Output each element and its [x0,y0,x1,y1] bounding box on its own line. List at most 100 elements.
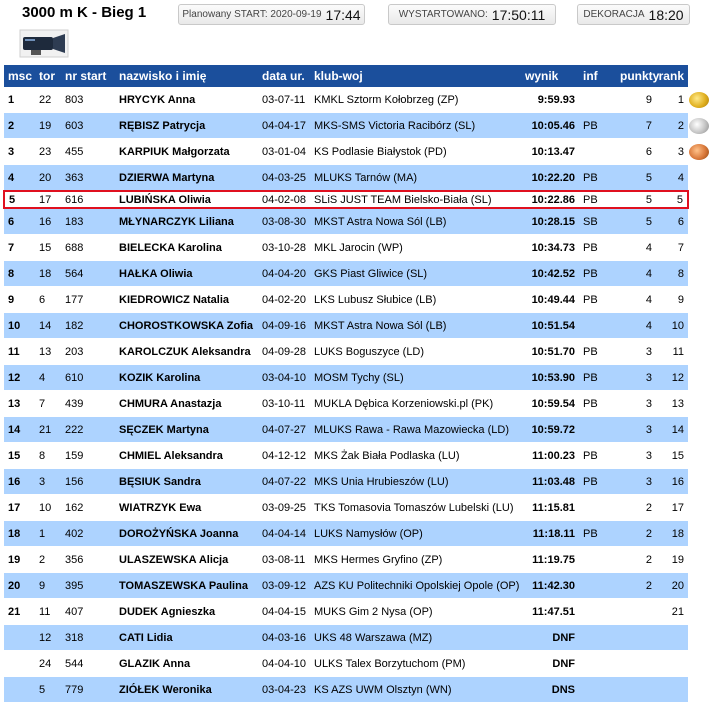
cell-club: MKS Hermes Gryfino (ZP) [310,546,521,573]
col-header-tor[interactable]: tor [35,65,61,87]
cell-dob: 04-02-20 [258,286,310,313]
col-header-dob[interactable]: data ur. [258,65,310,87]
col-header-points[interactable]: punkty [616,65,659,87]
table-row[interactable]: 14 21 222 SĘCZEK Martyna 04-07-27 MLUKS Rawa … [4,416,688,443]
cell-inf [579,624,616,651]
cell-dob: 04-04-17 [258,112,310,139]
table-row[interactable]: 9 6 177 KIEDROWICZ Natalia 04-02-20 LKS Lubus… [4,286,688,313]
table-row[interactable]: 15 8 159 CHMIEL Aleksandra 04-12-12 MKS Żak B… [4,442,688,469]
results-table: msc tor nr start nazwisko i imię data ur… [3,65,689,703]
col-header-name[interactable]: nazwisko i imię [115,65,258,87]
cell-rank: 4 [656,164,688,192]
table-row[interactable]: 11 13 203 KAROLCZUK Aleksandra 04-09-28 LUKS … [4,338,688,365]
table-row[interactable]: 7 15 688 BIELECKA Karolina 03-10-28 MKL Jaroc… [4,234,688,261]
cell-club: TKS Tomasovia Tomaszów Lubelski (LU) [310,494,521,521]
cell-rank: 1 [656,87,688,113]
cell-inf: PB [579,442,616,469]
table-row[interactable]: 20 9 395 TOMASZEWSKA Paulina 03-09-12 AZS KU … [4,572,688,599]
cell-result: 11:42.30 [521,572,579,599]
table-row[interactable]: 12 318 CATI Lidia 04-03-16 UKS 48 Warszawa (… [4,624,688,651]
cell-nr-start: 616 [61,190,115,209]
col-header-msc[interactable]: msc [4,65,35,87]
cell-inf [579,676,616,703]
table-row[interactable]: 5 779 ZIÓŁEK Weronika 03-04-23 KS AZS UWM Ol… [4,676,688,703]
cell-inf: PB [579,112,616,139]
cell-dob: 04-07-22 [258,468,310,495]
col-header-rank[interactable]: rank [656,65,688,87]
cell-points: 4 [616,234,656,261]
event-title: 3000 m K - Bieg 1 [22,4,147,21]
event-header: 3000 m K - Bieg 1 Planowany START: 2020-… [0,0,712,34]
cell-nr-start: 177 [61,286,115,313]
col-header-nr-start[interactable]: nr start [61,65,115,87]
table-row[interactable]: 3 23 455 KARPIUK Małgorzata 03-01-04 KS Podla… [4,138,688,165]
cell-tor: 13 [35,338,61,365]
table-row-highlighted[interactable]: 5 17 616 LUBIŃSKA Oliwia 04-02-08 SLiS JUST T… [3,190,689,209]
cell-points: 5 [616,190,656,209]
cell-result: 10:59.72 [521,416,579,443]
table-row[interactable]: 13 7 439 CHMURA Anastazja 03-10-11 MUKLA Dębi… [4,390,688,417]
cell-points: 7 [616,112,656,139]
table-row[interactable]: 21 11 407 DUDEK Agnieszka 04-04-15 MUKS Gim 2… [4,598,688,625]
cell-rank: 13 [656,390,688,417]
cell-nr-start: 203 [61,338,115,365]
col-header-result[interactable]: wynik [521,65,579,87]
cell-inf [579,87,616,113]
table-row[interactable]: 12 4 610 KOZIK Karolina 03-04-10 MOSM Tychy (… [4,364,688,391]
cell-msc: 6 [4,208,35,235]
planned-start-badge: Planowany START: 2020-09-19 17:44 [178,4,365,25]
cell-inf: PB [579,520,616,547]
cell-result: 10:59.54 [521,390,579,417]
cell-result: 10:49.44 [521,286,579,313]
cell-tor: 22 [35,87,61,113]
cell-tor: 19 [35,112,61,139]
cell-nr-start: 162 [61,494,115,521]
cell-msc: 17 [4,494,35,521]
cell-msc: 11 [4,338,35,365]
cell-points: 2 [616,494,656,521]
cell-dob: 03-09-12 [258,572,310,599]
cell-rank: 21 [656,598,688,625]
cell-tor: 10 [35,494,61,521]
cell-inf: PB [579,190,616,209]
table-row[interactable]: 2 19 603 RĘBISZ Patrycja 04-04-17 MKS-SMS Vic… [4,112,688,139]
col-header-club[interactable]: klub-woj [310,65,521,87]
cell-name: ZIÓŁEK Weronika [115,676,258,703]
cell-name: HRYCYK Anna [115,87,258,113]
table-row[interactable]: 24 544 GLAZIK Anna 04-04-10 ULKS Talex Borzy… [4,650,688,677]
cell-nr-start: 182 [61,312,115,339]
col-header-inf[interactable]: inf [579,65,616,87]
table-row[interactable]: 6 16 183 MŁYNARCZYK Liliana 03-08-30 MKST Ast… [4,208,688,235]
cell-points: 5 [616,208,656,235]
table-row[interactable]: 10 14 182 CHOROSTKOWSKA Zofia 04-09-16 MKST A… [4,312,688,339]
table-row[interactable]: 18 1 402 DOROŻYŃSKA Joanna 04-04-14 LUKS Namy… [4,520,688,547]
decoration-label: DEKORACJA [583,9,645,20]
cell-nr-start: 803 [61,87,115,113]
table-row[interactable]: 17 10 162 WIATRZYK Ewa 03-09-25 TKS Tomasovia… [4,494,688,521]
cell-name: KARPIUK Małgorzata [115,138,258,165]
cell-tor: 17 [35,190,61,209]
table-row[interactable]: 19 2 356 ULASZEWSKA Alicja 03-08-11 MKS Herme… [4,546,688,573]
cell-rank: 17 [656,494,688,521]
cell-result: 11:47.51 [521,598,579,625]
cell-dob: 04-03-25 [258,164,310,192]
cell-msc: 4 [4,164,35,192]
decoration-time: 18:20 [648,6,684,23]
table-row[interactable]: 1 22 803 HRYCYK Anna 03-07-11 KMKL Sztorm Koł… [4,87,688,113]
cell-msc: 2 [4,112,35,139]
table-row[interactable]: 16 3 156 BĘSIUK Sandra 04-07-22 MKS Unia Hrub… [4,468,688,495]
cell-rank: 19 [656,546,688,573]
cell-msc: 7 [4,234,35,261]
cell-points [616,624,656,651]
cell-inf: PB [579,164,616,192]
video-camera-icon[interactable] [19,29,69,58]
table-row[interactable]: 8 18 564 HAŁKA Oliwia 04-04-20 GKS Piast Gliw… [4,260,688,287]
cell-points: 4 [616,260,656,287]
started-label: WYSTARTOWANO: [398,9,488,20]
table-row[interactable]: 4 20 363 DZIERWA Martyna 04-03-25 MLUKS Tarnó… [4,164,688,192]
cell-tor: 21 [35,416,61,443]
cell-tor: 15 [35,234,61,261]
cell-club: LUKS Boguszyce (LD) [310,338,521,365]
planned-start-time: 17:44 [325,6,361,23]
cell-inf: PB [579,468,616,495]
